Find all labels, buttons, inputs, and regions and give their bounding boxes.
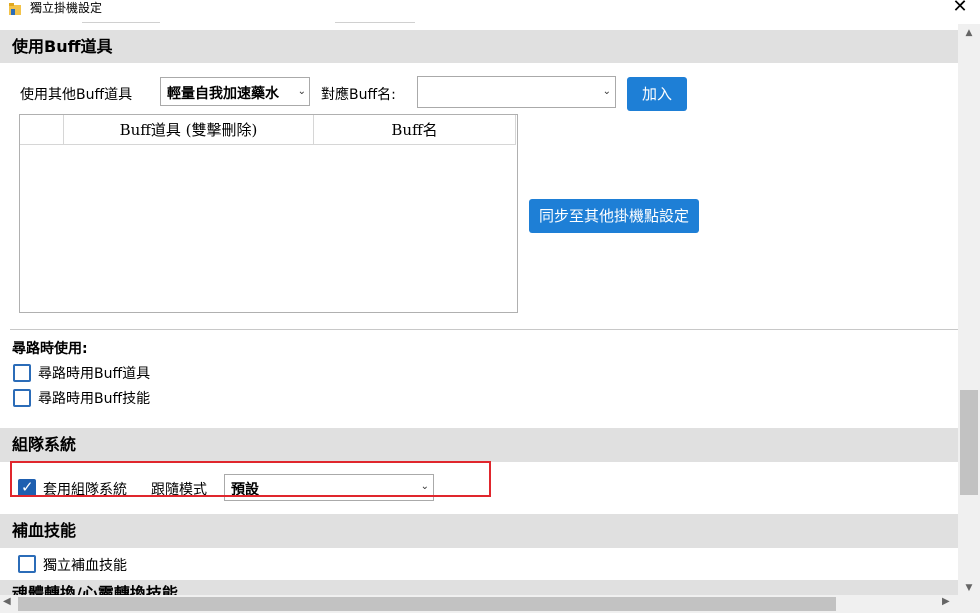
title-bar — [0, 0, 980, 24]
close-button[interactable]: ✕ — [940, 0, 980, 18]
use-other-buff-label: 使用其他Buff道具 — [20, 87, 133, 103]
vertical-scrollbar[interactable] — [958, 24, 980, 597]
horizontal-scroll-thumb[interactable] — [18, 597, 836, 611]
pathing-buff-skill-label: 尋路時用Buff技能 — [38, 391, 151, 407]
chevron-down-icon: ⌄ — [602, 86, 611, 97]
section-title: 魂體轉換/心靈轉換技能 — [12, 584, 178, 595]
section-title: 使用Buff道具 — [12, 37, 113, 56]
column-header-buff-item[interactable]: Buff道具 (雙擊刪除) — [64, 115, 314, 145]
buff-list[interactable]: Buff道具 (雙擊刪除) Buff名 — [19, 114, 518, 313]
independent-heal-checkbox[interactable] — [18, 555, 36, 573]
section-title: 補血技能 — [12, 521, 77, 540]
pathing-buff-item-label: 尋路時用Buff道具 — [38, 366, 151, 382]
title-underline — [335, 22, 415, 23]
chevron-down-icon: ⌄ — [297, 86, 306, 97]
pathing-buff-item-checkbox[interactable] — [13, 364, 31, 382]
close-icon: ✕ — [952, 0, 968, 17]
folder-icon — [9, 3, 21, 15]
list-header-spacer — [20, 115, 64, 145]
buff-name-select[interactable]: ⌄ — [417, 76, 616, 108]
pathing-buff-skill-checkbox[interactable] — [13, 389, 31, 407]
scroll-left-icon[interactable]: ◀ — [3, 596, 15, 610]
title-underline — [82, 22, 160, 23]
buff-item-value: 輕量自我加速藥水 — [167, 86, 279, 102]
buff-name-label: 對應Buff名: — [321, 87, 396, 103]
buff-item-select[interactable]: 輕量自我加速藥水 ⌄ — [160, 77, 310, 106]
scrollbar-corner — [958, 595, 980, 613]
window-title: 獨立掛機設定 — [30, 1, 103, 15]
divider — [10, 329, 958, 330]
column-header-buff-name[interactable]: Buff名 — [314, 115, 516, 145]
section-header-buff: 使用Buff道具 — [0, 30, 958, 63]
scroll-right-icon[interactable]: ▶ — [942, 596, 954, 610]
highlight-box — [10, 461, 491, 497]
independent-heal-label: 獨立補血技能 — [43, 558, 127, 574]
sync-button[interactable]: 同步至其他掛機點設定 — [529, 199, 699, 233]
section-header-heal: 補血技能 — [0, 514, 958, 548]
scroll-down-icon[interactable]: ▼ — [962, 583, 976, 593]
vertical-scroll-thumb[interactable] — [960, 390, 978, 495]
section-header-soul-convert: 魂體轉換/心靈轉換技能 — [0, 580, 958, 595]
add-button[interactable]: 加入 — [627, 77, 687, 111]
pathing-title: 尋路時使用: — [12, 341, 88, 357]
section-header-team: 組隊系統 — [0, 428, 958, 462]
section-title: 組隊系統 — [12, 435, 77, 454]
scroll-up-icon[interactable]: ▲ — [962, 28, 976, 38]
